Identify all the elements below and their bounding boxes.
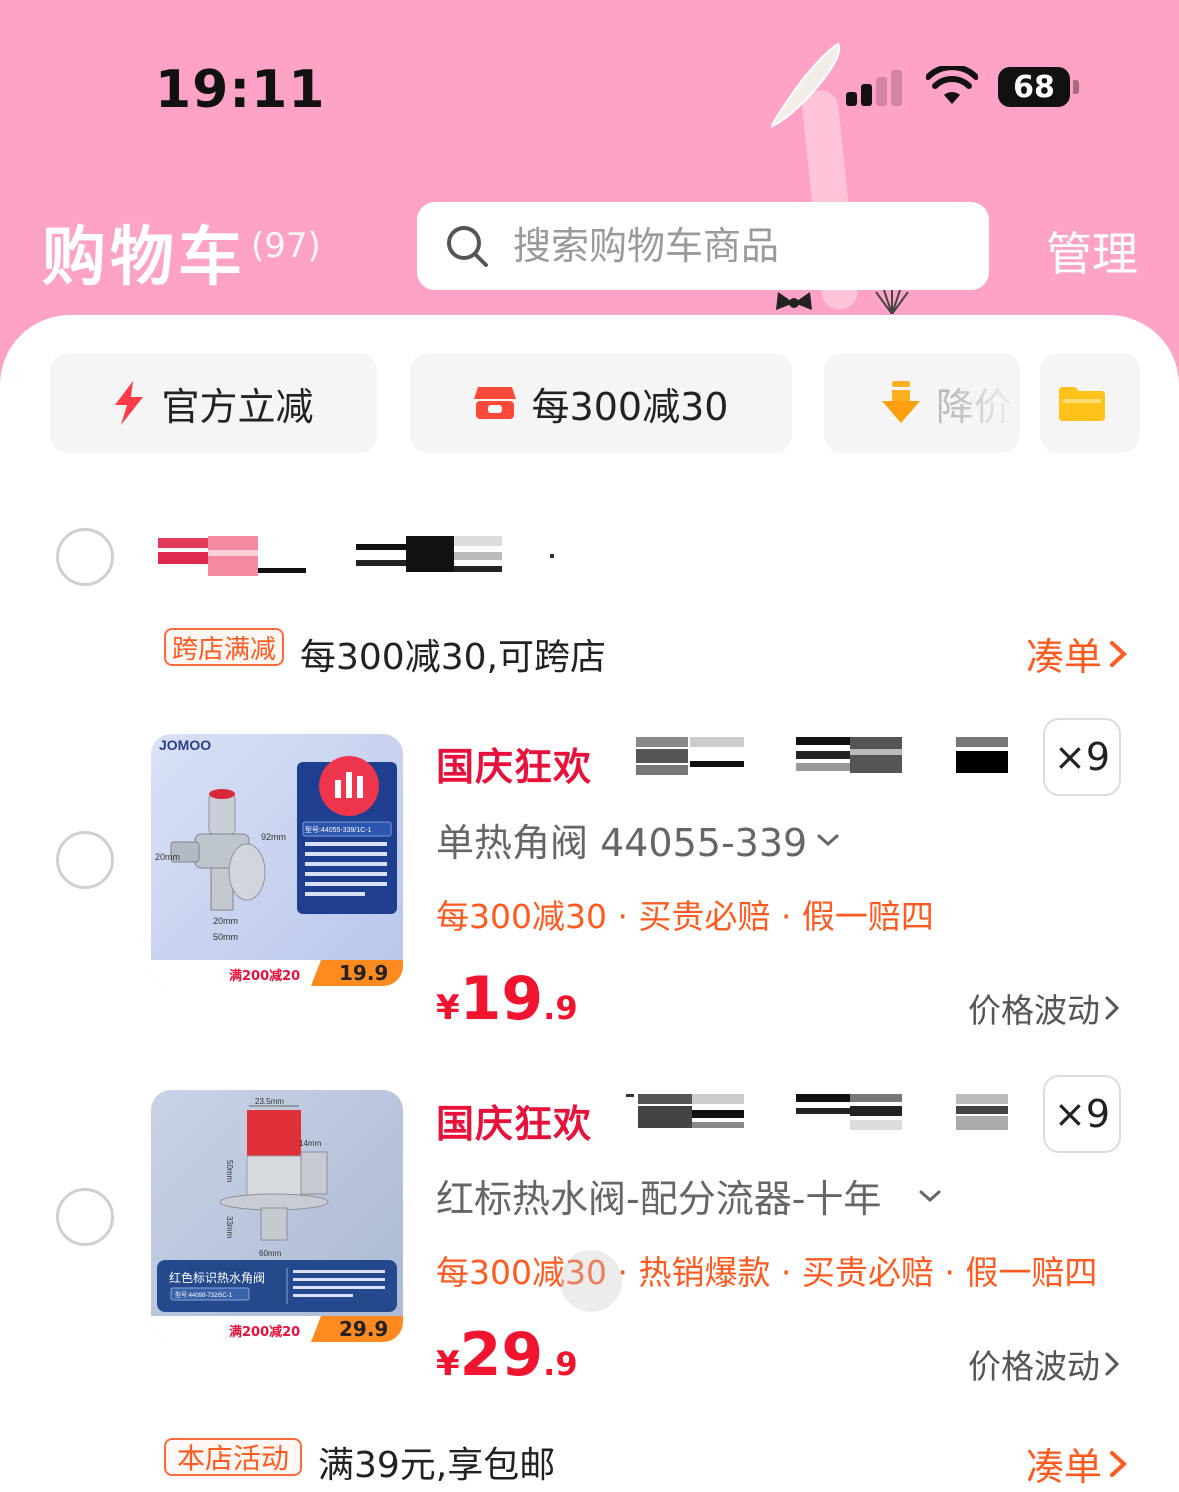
shop-activity-tag: 本店活动	[164, 1438, 302, 1476]
dimension-label: 92mm	[261, 832, 286, 842]
search-input[interactable]	[513, 224, 973, 268]
lightning-icon	[115, 381, 144, 425]
event-badge: 国庆狂欢	[436, 1102, 593, 1146]
thumb-label: 红色标识热水角阀	[169, 1270, 265, 1285]
product-price: ¥29.9	[436, 1320, 578, 1390]
folder-icon	[1059, 387, 1105, 421]
cart-count: (97)	[251, 226, 321, 266]
chevron-down-icon	[817, 834, 839, 846]
dimension-label: 14mm	[299, 1139, 322, 1148]
product-checkbox[interactable]	[56, 831, 114, 889]
add-items-label: 凑单	[1026, 1445, 1103, 1489]
dimension-label: 20mm	[155, 852, 180, 862]
sku-selector[interactable]: 单热角阀 44055-339	[436, 812, 841, 867]
dimension-label: 60mm	[259, 1249, 282, 1258]
battery-icon: 68	[998, 67, 1070, 107]
filter-label: 官方立减	[161, 384, 314, 429]
price-trend-label: 价格波动	[968, 991, 1100, 1030]
add-items-label: 凑单	[1026, 635, 1103, 679]
dimension-label: 50mm	[213, 932, 238, 942]
model-number: 型号:44055-339/1C-1	[305, 825, 372, 834]
fan-decoration	[875, 290, 909, 314]
price-currency: ¥	[436, 1344, 460, 1384]
floating-touch-indicator	[560, 1250, 622, 1312]
price-trend-label: 价格波动	[968, 1347, 1100, 1386]
product-image[interactable]: JOMOO 92mm 20mm 20mm 50mm 型号:44055-339/1…	[151, 734, 403, 986]
battery-tip	[1073, 80, 1079, 94]
product-title-redacted	[636, 737, 1008, 775]
status-time: 19:11	[155, 60, 326, 120]
filter-chip-300-off-30[interactable]: 每300减30	[410, 353, 792, 453]
chip-fade	[950, 353, 1020, 453]
thumb-price: 19.9	[339, 961, 388, 985]
filter-chip-price-drop[interactable]: 降价	[824, 353, 1020, 453]
sku-selector[interactable]: 红标热水阀-配分流器-十年	[436, 1168, 943, 1223]
chevron-right-icon	[1105, 996, 1120, 1020]
chevron-down-icon	[919, 1190, 941, 1202]
chevron-right-icon	[1110, 1450, 1127, 1477]
dimension-label: 23.5mm	[255, 1097, 284, 1106]
chevron-right-icon	[1105, 1352, 1120, 1376]
quantity-button[interactable]: ×9	[1043, 1075, 1121, 1153]
store-name-redacted	[158, 536, 554, 576]
cross-store-tag: 跨店满减	[164, 628, 284, 666]
signal-icon	[846, 70, 906, 106]
thumb-price: 29.9	[339, 1317, 388, 1341]
manage-button[interactable]: 管理	[1046, 218, 1138, 284]
product-title-redacted	[626, 1094, 1008, 1130]
wifi-icon	[926, 66, 978, 104]
bow-decoration	[776, 292, 812, 310]
price-integer: 29	[459, 1320, 544, 1390]
battery-level: 68	[1013, 69, 1055, 105]
store-checkbox[interactable]	[56, 528, 114, 586]
event-badge: 国庆狂欢	[436, 745, 593, 789]
thumb-promo: 满200减20	[229, 1324, 300, 1340]
filter-chip-official-discount[interactable]: 官方立减	[50, 353, 377, 453]
search-icon	[447, 226, 488, 267]
product-price: ¥19.9	[436, 964, 578, 1034]
price-currency: ¥	[436, 988, 460, 1028]
price-integer: 19	[459, 964, 544, 1034]
product-image[interactable]: 23.5mm 50mm 33mm 14mm 60mm 红色标识热水角阀 型号:4…	[151, 1090, 403, 1342]
shop-activity-text: 满39元,享包邮	[318, 1445, 556, 1486]
price-trend-link[interactable]: 价格波动	[968, 984, 1120, 1032]
page-title: 购物车	[42, 221, 246, 295]
sku-label: 单热角阀 44055-339	[436, 821, 808, 865]
price-decimal: .9	[543, 1345, 578, 1383]
arrow-down-icon	[882, 381, 920, 423]
add-items-link[interactable]: 凑单	[1026, 626, 1128, 681]
search-bar[interactable]	[417, 202, 989, 290]
add-items-link[interactable]: 凑单	[1026, 1436, 1128, 1491]
cross-store-promo-text: 每300减30,可跨店	[300, 637, 606, 678]
product-checkbox[interactable]	[56, 1188, 114, 1246]
model-number: 型号:44098-732/5C-1	[175, 1291, 233, 1299]
price-trend-link[interactable]: 价格波动	[968, 1340, 1120, 1388]
filter-chip-folder[interactable]	[1040, 353, 1140, 453]
sku-label: 红标热水阀-配分流器-十年	[436, 1177, 882, 1221]
store-icon	[473, 387, 516, 419]
price-decimal: .9	[543, 989, 578, 1027]
filter-label: 每300减30	[531, 384, 729, 429]
quantity-button[interactable]: ×9	[1043, 718, 1121, 796]
dimension-label: 50mm	[225, 1160, 234, 1183]
promo-line: 每300减30 · 买贵必赔 · 假一赔四	[436, 897, 934, 936]
promo-line: 每300减30 · 热销爆款 · 买贵必赔 · 假一赔四	[436, 1253, 1098, 1292]
dimension-label: 20mm	[213, 916, 238, 926]
dimension-label: 33mm	[225, 1216, 234, 1239]
brand-logo: JOMOO	[159, 737, 211, 753]
thumb-promo: 满200减20	[229, 968, 300, 984]
chevron-right-icon	[1110, 640, 1127, 667]
